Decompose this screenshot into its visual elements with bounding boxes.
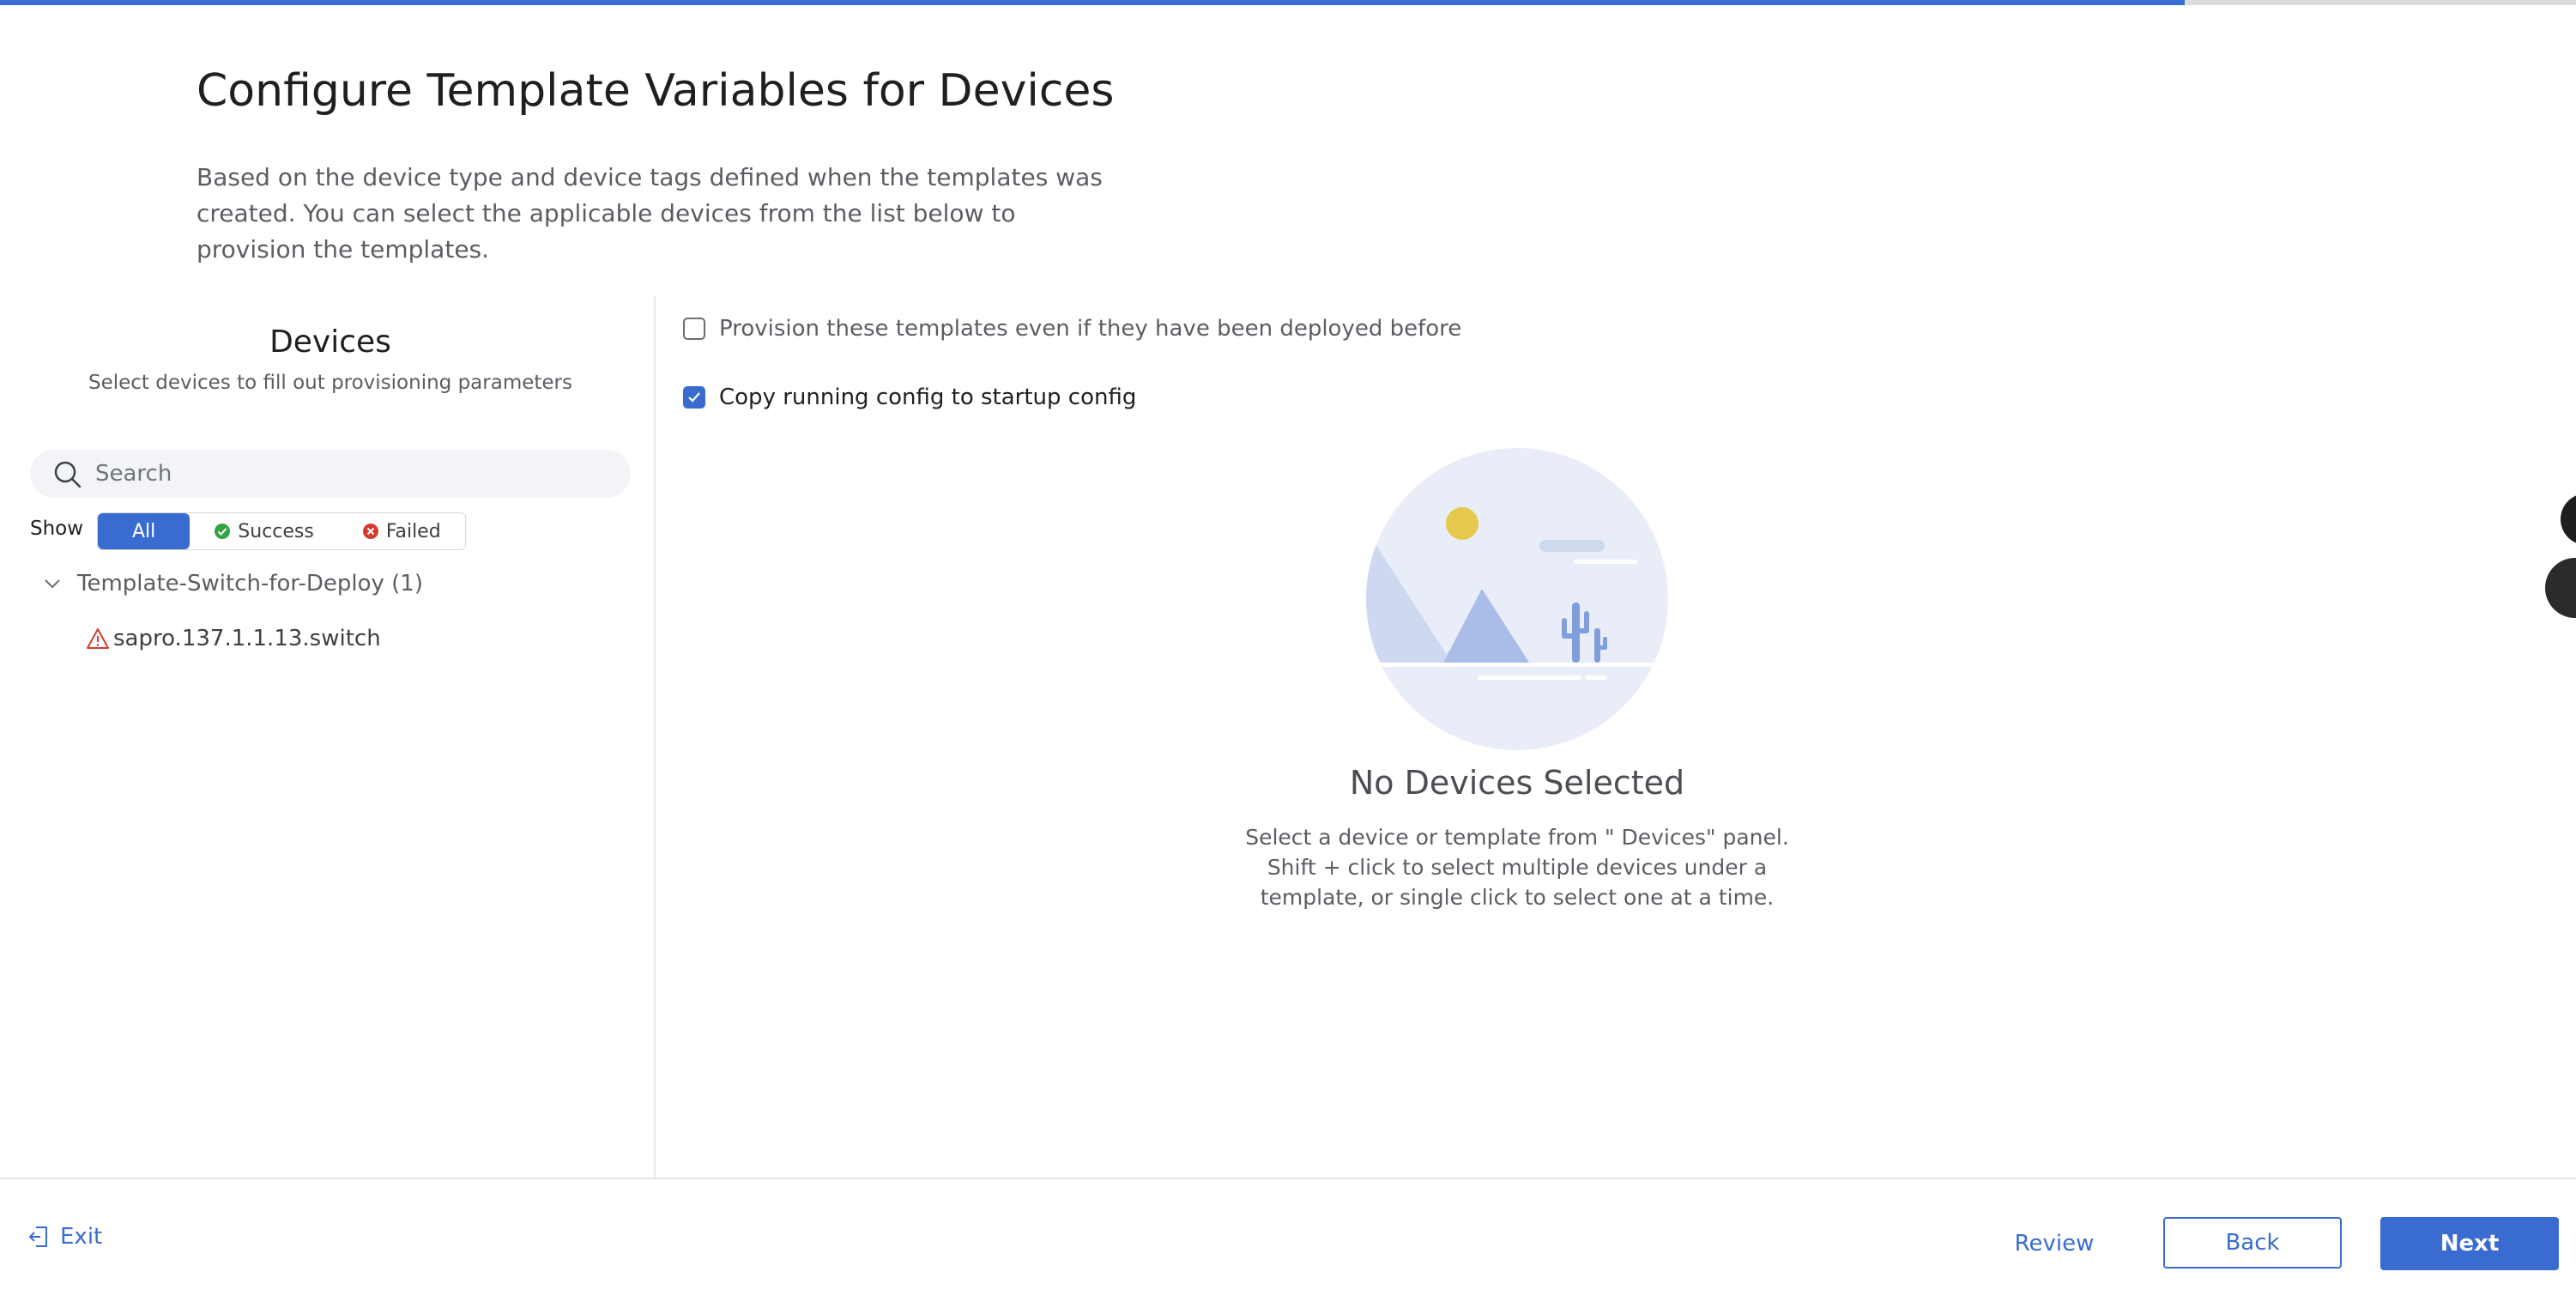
review-button[interactable]: Review (1999, 1217, 2109, 1270)
empty-state-title: No Devices Selected (1349, 764, 1685, 802)
page-description: Based on the device type and device tags… (197, 163, 1103, 263)
tree-group-template[interactable]: Template-Switch-for-Deploy (1) (41, 566, 423, 601)
copy-config-option[interactable]: Copy running config to startup config (683, 385, 1136, 410)
warning-icon (87, 628, 109, 649)
search-icon (54, 461, 82, 488)
copy-config-label: Copy running config to startup config (719, 385, 1137, 410)
devices-panel-subtitle: Select devices to fill out provisioning … (88, 372, 572, 394)
provision-again-option[interactable]: Provision these templates even if they h… (683, 316, 1461, 342)
tree-group-label: Template-Switch-for-Deploy (1) (77, 571, 423, 596)
filter-success-button[interactable]: Success (190, 513, 338, 549)
empty-state-line: Select a device or template from " Devic… (1245, 825, 1789, 850)
failed-icon (362, 524, 378, 539)
filter-show-label: Show (30, 518, 84, 540)
chevron-down-icon[interactable] (41, 572, 63, 595)
exit-label: Exit (60, 1224, 103, 1250)
copy-config-checkbox[interactable] (683, 386, 705, 409)
empty-state-line: Shift + click to select multiple devices… (1267, 855, 1768, 880)
exit-icon (28, 1226, 47, 1247)
desert-landscape-illustration (1366, 448, 1668, 750)
provision-again-checkbox[interactable] (683, 318, 705, 340)
status-filter: All Success Failed (97, 512, 466, 550)
progress-bar (0, 0, 2576, 5)
panel-divider (654, 296, 656, 1178)
filter-failed-button[interactable]: Failed (337, 513, 465, 549)
filter-success-label: Success (238, 520, 314, 542)
search-box (30, 450, 631, 498)
filter-failed-label: Failed (385, 520, 441, 542)
exit-link[interactable]: Exit (27, 1224, 102, 1250)
filter-all-label: All (132, 520, 156, 542)
floating-help-widget[interactable] (2561, 494, 2576, 545)
success-icon (215, 524, 231, 539)
empty-state-line: template, or single click to select one … (1260, 885, 1775, 910)
floating-assistant-widget[interactable] (2545, 558, 2576, 618)
back-button[interactable]: Back (2163, 1217, 2342, 1269)
tree-item-device[interactable]: sapro.137.1.1.13.switch (86, 621, 381, 656)
devices-panel-title: Devices (269, 324, 391, 360)
search-input[interactable] (95, 450, 610, 498)
page-title: Configure Template Variables for Devices (197, 65, 1115, 117)
provision-again-label: Provision these templates even if they h… (719, 316, 1462, 342)
empty-state-message: Select a device or template from " Devic… (1174, 822, 1860, 912)
filter-all-button[interactable]: All (98, 513, 190, 549)
wizard-footer: Exit Review Back Next (0, 1178, 2576, 1302)
next-button[interactable]: Next (2380, 1217, 2559, 1270)
tree-item-label: sapro.137.1.1.13.switch (113, 626, 381, 651)
progress-bar-fill (0, 0, 2185, 5)
checkmark-icon (688, 392, 700, 403)
